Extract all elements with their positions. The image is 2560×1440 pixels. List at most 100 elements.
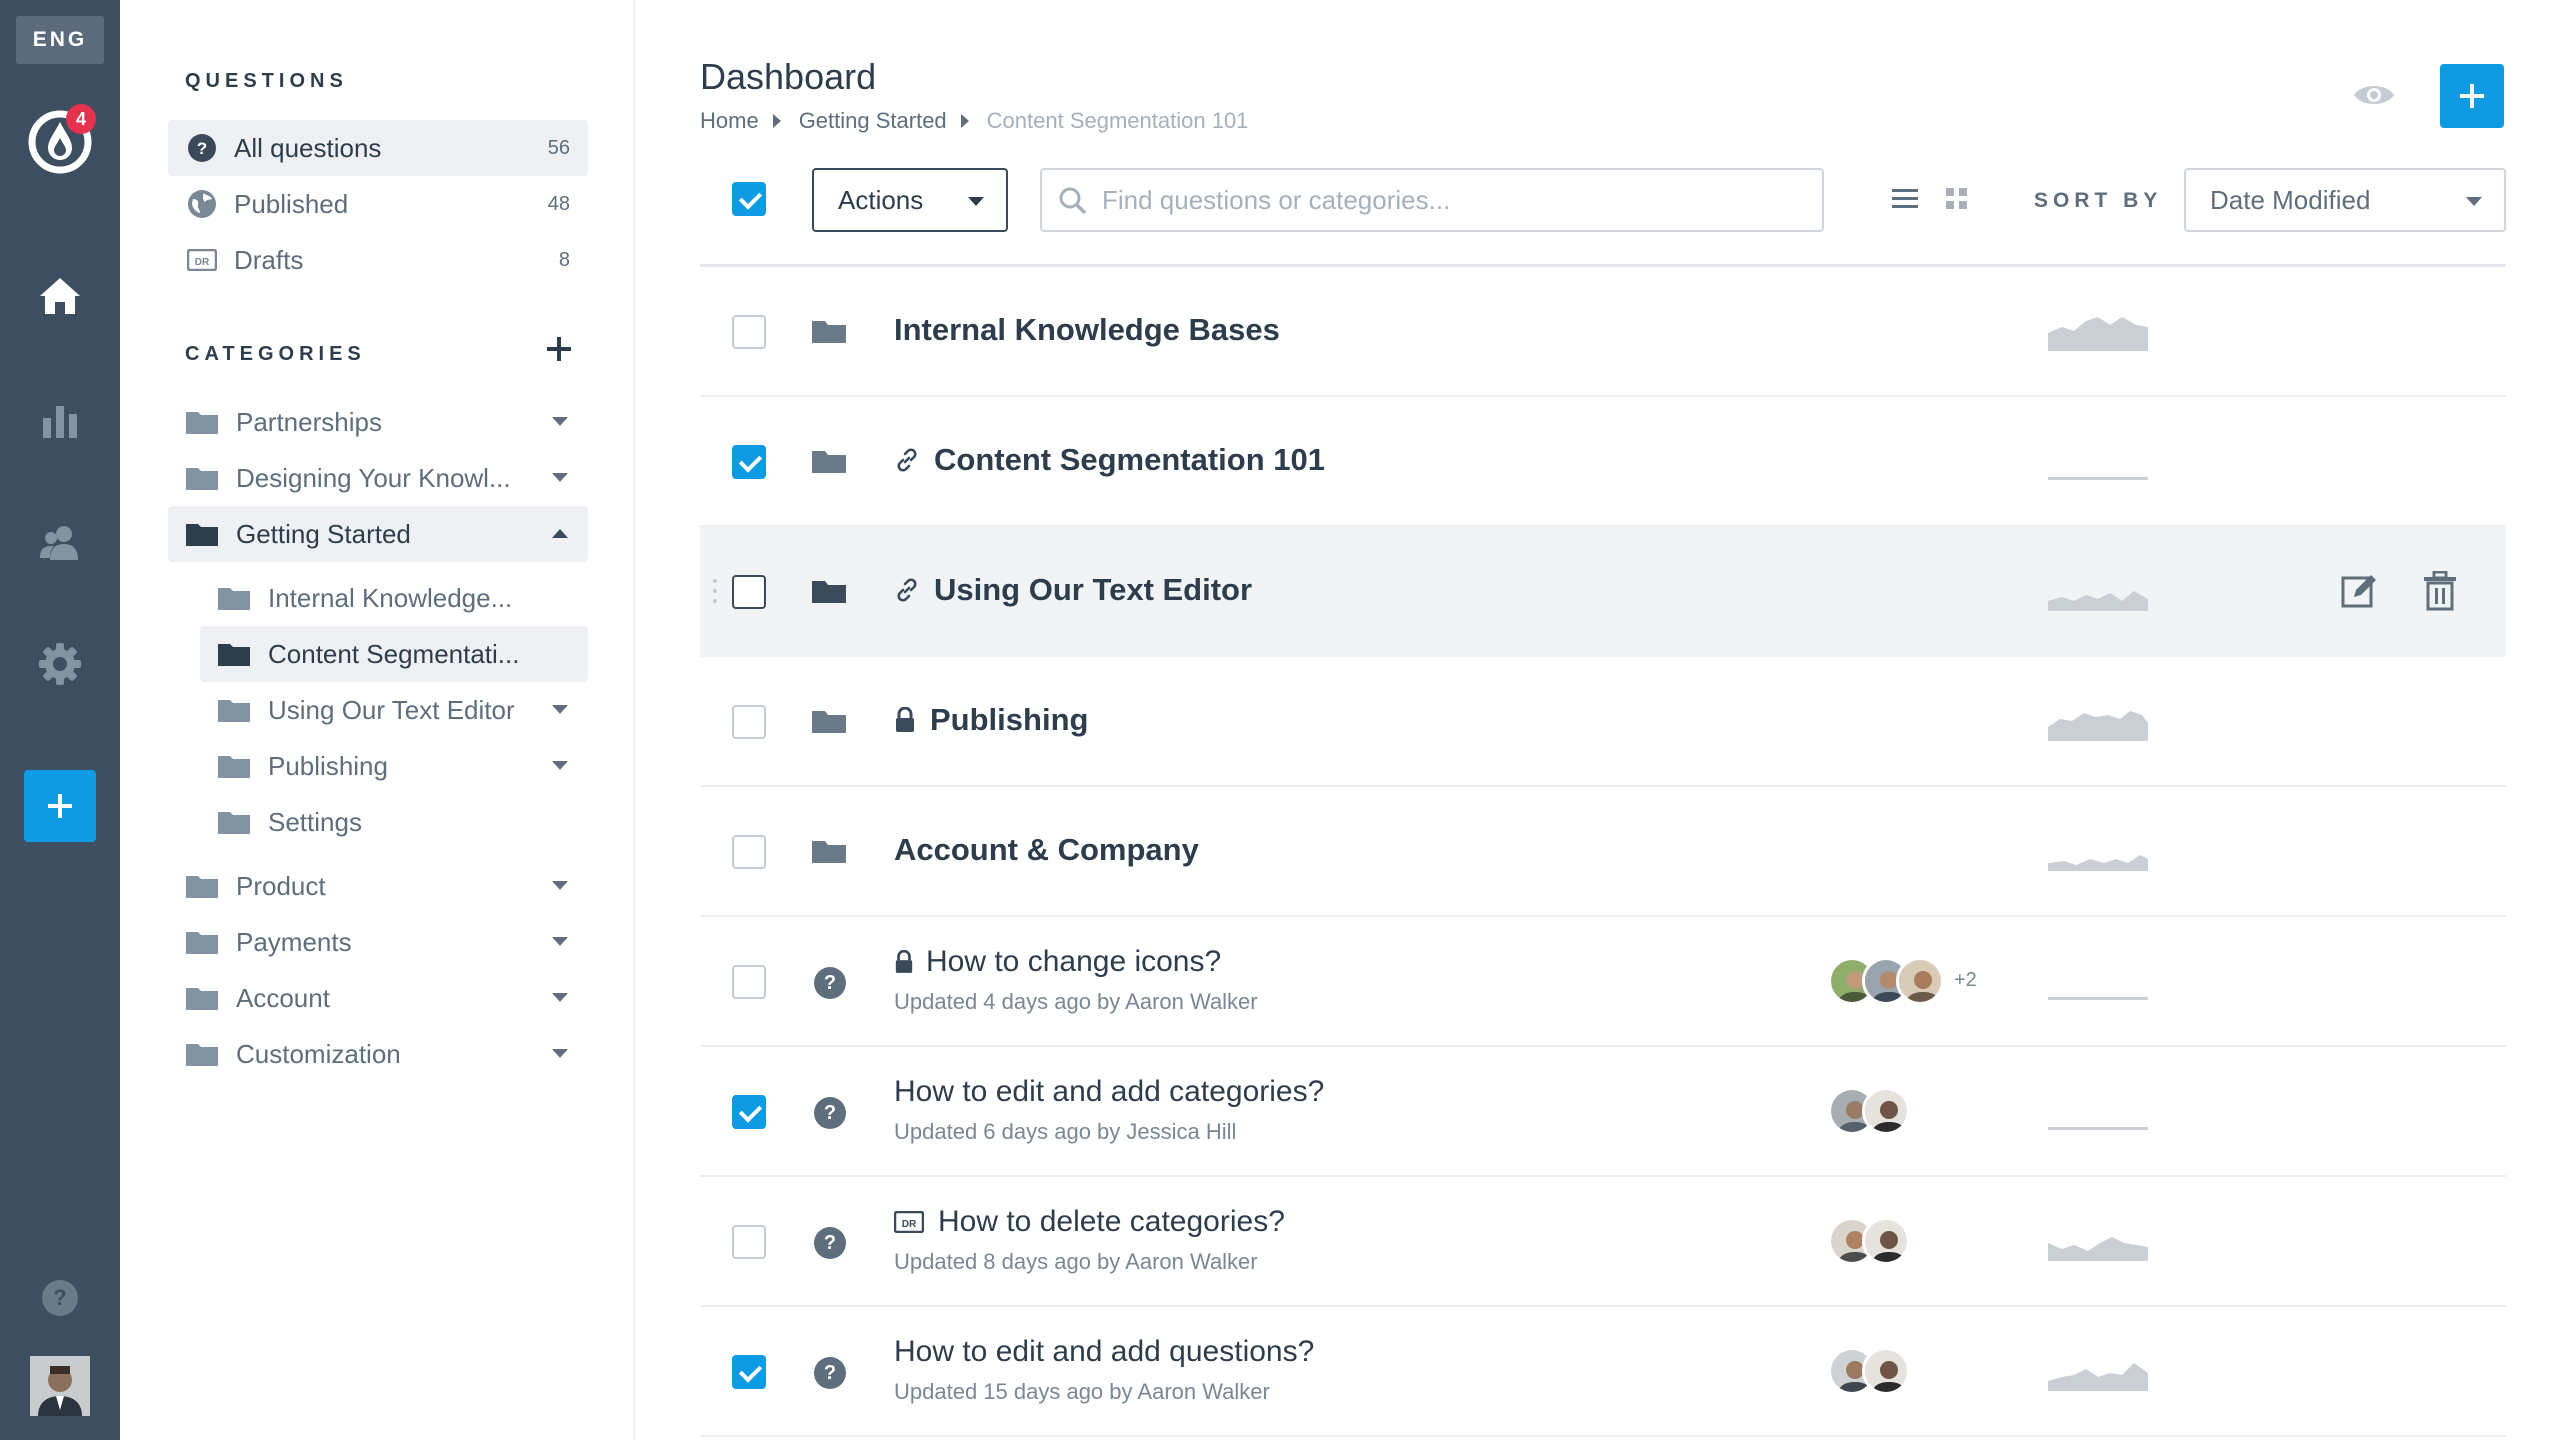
sidebar-item-all-questions[interactable]: ? All questions 56 xyxy=(168,120,588,176)
add-question-button[interactable] xyxy=(2440,64,2504,128)
row-checkbox[interactable] xyxy=(732,835,766,869)
category-account[interactable]: Account xyxy=(168,970,588,1026)
activity-sparkline xyxy=(2048,477,2148,480)
chevron-down-icon[interactable] xyxy=(552,1049,568,1058)
row-checkbox[interactable] xyxy=(732,1095,766,1129)
row-checkbox[interactable] xyxy=(732,1355,766,1389)
category-customization[interactable]: Customization xyxy=(168,1026,588,1082)
question-row[interactable]: ? How to edit and add questions? Updated… xyxy=(700,1307,2506,1437)
folder-row[interactable]: Internal Knowledge Bases xyxy=(700,267,2506,397)
folder-icon xyxy=(186,932,218,954)
row-title-text: Publishing xyxy=(930,702,1089,737)
category-label: Product xyxy=(236,870,326,901)
search-input[interactable]: Find questions or categories... xyxy=(1040,168,1824,232)
question-title-text: How to delete categories? xyxy=(938,1205,1285,1238)
select-all-checkbox[interactable] xyxy=(732,182,766,216)
sidebar-item-drafts[interactable]: DR Drafts 8 xyxy=(168,232,588,288)
help-icon[interactable]: ? xyxy=(42,1280,78,1316)
contributor-avatar xyxy=(1862,1087,1910,1135)
category-using-our-text-editor[interactable]: Using Our Text Editor xyxy=(200,682,588,738)
question-title[interactable]: DR How to delete categories? xyxy=(894,1205,1285,1239)
chevron-down-icon[interactable] xyxy=(552,761,568,770)
item-count: 8 xyxy=(558,248,570,271)
breadcrumb-current: Content Segmentation 101 xyxy=(986,108,1249,133)
question-icon: ? xyxy=(814,1097,846,1129)
category-settings[interactable]: Settings xyxy=(200,794,588,850)
row-title[interactable]: Using Our Text Editor xyxy=(894,572,1252,608)
category-internal-knowledge[interactable]: Internal Knowledge... xyxy=(200,570,588,626)
category-payments[interactable]: Payments xyxy=(168,914,588,970)
row-title[interactable]: Content Segmentation 101 xyxy=(894,442,1325,478)
drag-handle-icon[interactable] xyxy=(712,577,718,605)
category-content-segmentation[interactable]: Content Segmentati... xyxy=(200,626,588,682)
category-getting-started[interactable]: Getting Started xyxy=(168,506,588,562)
row-checkbox[interactable] xyxy=(732,445,766,479)
category-product[interactable]: Product xyxy=(168,858,588,914)
category-partnerships[interactable]: Partnerships xyxy=(168,394,588,450)
sort-select[interactable]: Date Modified xyxy=(2184,168,2506,232)
folder-icon xyxy=(186,876,218,898)
row-title[interactable]: Internal Knowledge Bases xyxy=(894,312,1280,348)
row-checkbox[interactable] xyxy=(732,1225,766,1259)
sort-by-label: SORT BY xyxy=(2034,189,2163,212)
folder-row[interactable]: Using Our Text Editor xyxy=(700,527,2506,657)
sort-value: Date Modified xyxy=(2210,184,2371,215)
contributor-avatar xyxy=(1896,957,1944,1005)
lock-icon xyxy=(894,707,916,733)
settings-gear-icon[interactable] xyxy=(36,640,84,688)
contributor-avatar xyxy=(1862,1217,1910,1265)
actions-dropdown[interactable]: Actions xyxy=(812,168,1008,232)
plus-icon xyxy=(48,794,72,818)
row-checkbox[interactable] xyxy=(732,315,766,349)
home-icon[interactable] xyxy=(36,272,84,320)
folder-icon xyxy=(812,451,846,473)
chevron-down-icon[interactable] xyxy=(552,705,568,714)
row-title[interactable]: Account & Company xyxy=(894,832,1199,868)
row-checkbox[interactable] xyxy=(732,705,766,739)
row-title[interactable]: Publishing xyxy=(894,702,1088,738)
chevron-down-icon[interactable] xyxy=(552,417,568,426)
question-row[interactable]: ? How to edit and add categories? Update… xyxy=(700,1047,2506,1177)
question-icon: ? xyxy=(814,1357,846,1389)
edit-icon[interactable] xyxy=(2340,571,2380,611)
category-designing-your-knowledge[interactable]: Designing Your Knowl... xyxy=(168,450,588,506)
lock-icon xyxy=(894,950,914,974)
link-icon xyxy=(894,447,920,473)
trash-icon[interactable] xyxy=(2422,571,2458,611)
folder-icon xyxy=(812,321,846,343)
breadcrumb-getting-started[interactable]: Getting Started xyxy=(799,108,947,134)
grid-view-icon[interactable] xyxy=(1946,188,1968,210)
row-checkbox[interactable] xyxy=(732,965,766,999)
users-icon[interactable] xyxy=(36,518,84,566)
folder-row[interactable]: Content Segmentation 101 xyxy=(700,397,2506,527)
chevron-down-icon[interactable] xyxy=(552,881,568,890)
chevron-down-icon[interactable] xyxy=(552,473,568,482)
sidebar-item-label: All questions xyxy=(234,132,382,163)
chevron-up-icon[interactable] xyxy=(552,529,568,538)
add-category-icon[interactable] xyxy=(545,335,573,363)
user-avatar[interactable] xyxy=(30,1356,90,1416)
breadcrumb-home[interactable]: Home xyxy=(700,108,759,134)
language-switcher[interactable]: ENG xyxy=(16,16,104,64)
analytics-icon[interactable] xyxy=(36,396,84,444)
row-checkbox[interactable] xyxy=(732,575,766,609)
sidebar-item-published[interactable]: Published 48 xyxy=(168,176,588,232)
question-title[interactable]: How to edit and add categories? xyxy=(894,1075,1324,1109)
question-title[interactable]: How to edit and add questions? xyxy=(894,1335,1314,1369)
chevron-down-icon[interactable] xyxy=(552,993,568,1002)
category-label: Payments xyxy=(236,926,352,957)
list-view-icon[interactable] xyxy=(1892,186,1918,212)
category-publishing[interactable]: Publishing xyxy=(200,738,588,794)
question-meta: Updated 4 days ago by Aaron Walker xyxy=(894,989,1258,1014)
folder-row[interactable]: Publishing xyxy=(700,657,2506,787)
question-icon: ? xyxy=(814,967,846,999)
question-row[interactable]: ? How to change icons? Updated 4 days ag… xyxy=(700,917,2506,1047)
question-row[interactable]: ? DR How to delete categories? Updated 8… xyxy=(700,1177,2506,1307)
chevron-down-icon[interactable] xyxy=(552,937,568,946)
question-title[interactable]: How to change icons? xyxy=(894,945,1221,979)
folder-row[interactable]: Account & Company xyxy=(700,787,2506,917)
question-meta: Updated 8 days ago by Aaron Walker xyxy=(894,1249,1258,1274)
create-new-button[interactable] xyxy=(24,770,96,842)
preview-eye-icon[interactable] xyxy=(2352,80,2396,110)
contributor-avatar xyxy=(1862,1347,1910,1395)
